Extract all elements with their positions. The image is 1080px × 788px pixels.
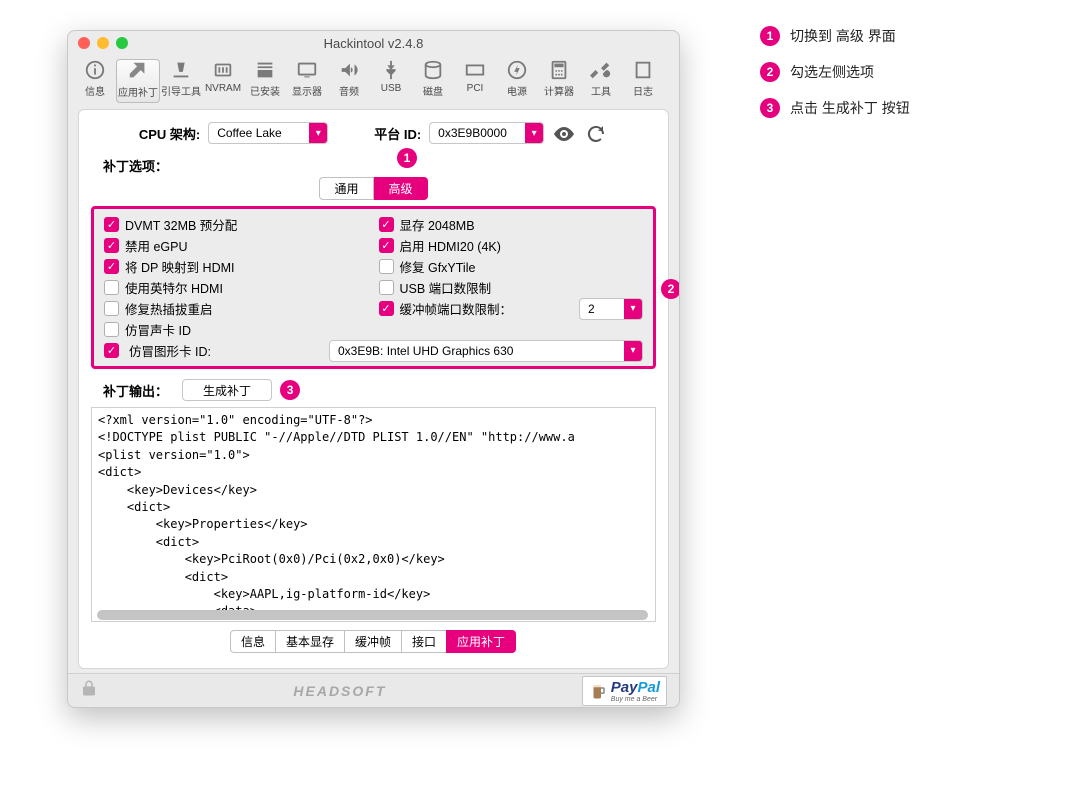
patch-output-code[interactable]: <?xml version="1.0" encoding="UTF-8"?> <… [91,407,656,622]
output-tab[interactable]: 缓冲帧 [344,630,402,653]
brand-label: HEADSOFT [98,683,582,699]
advanced-options-box: ✓DVMT 32MB 预分配 ✓显存 2048MB ✓禁用 eGPU ✓启用 HDMI… [91,206,656,369]
toolbar-logs[interactable]: 日志 [622,59,664,103]
lock-icon[interactable] [80,679,98,702]
toolbar-installed[interactable]: 已安装 [244,59,286,103]
app-window: Hackintool v2.4.8 信息应用补丁引导工具NVRAM已安装显示器音… [67,30,680,708]
toolbar-power[interactable]: 电源 [496,59,538,103]
toolbar-calc[interactable]: 计算器 [538,59,580,103]
option-left-5[interactable]: 仿冒声卡 ID [104,320,369,339]
option-left-1[interactable]: ✓禁用 eGPU [104,236,369,255]
tab-advanced[interactable]: 高级 [374,177,428,200]
option-right-1[interactable]: ✓启用 HDMI20 (4K) [379,236,644,255]
option-left-3[interactable]: 使用英特尔 HDMI [104,278,369,297]
option-right-4[interactable]: ✓缓冲帧端口数限制：2▾ [379,299,644,318]
chevron-down-icon: ▾ [309,123,327,143]
option-right-3[interactable]: USB 端口数限制 [379,278,644,297]
callout-2: 2 [661,279,680,299]
patch-options-label: 补丁选项： [103,156,656,175]
platform-id-value: 0x3E9B0000 [438,126,507,140]
legend-item: 1切换到 高级 界面 [760,26,910,46]
toolbar-patch[interactable]: 应用补丁 [116,59,160,103]
option-left-4[interactable]: 修复热插拔重启 [104,299,369,318]
option-left-0[interactable]: ✓DVMT 32MB 预分配 [104,215,369,234]
platform-id-label: 平台 ID: [374,124,421,143]
toolbar-tools[interactable]: 工具 [580,59,622,103]
eye-icon[interactable] [552,122,576,144]
footer: HEADSOFT PayPal Buy me a Beer [68,673,679,707]
legend: 1切换到 高级 界面 2勾选左侧选项 3点击 生成补丁 按钮 [760,26,910,134]
toolbar-nvram[interactable]: NVRAM [202,59,244,103]
chevron-down-icon: ▾ [525,123,543,143]
toolbar-display[interactable]: 显示器 [286,59,328,103]
toolbar: 信息应用补丁引导工具NVRAM已安装显示器音频USB磁盘PCI电源计算器工具日志 [68,55,679,103]
option-spoof-gfx[interactable]: ✓仿冒图形卡 ID:0x3E9B: Intel UHD Graphics 630… [104,341,643,360]
output-tab[interactable]: 接口 [401,630,447,653]
generate-patch-button[interactable]: 生成补丁 [182,379,272,401]
window-title: Hackintool v2.4.8 [68,36,679,51]
refresh-icon[interactable] [584,122,608,144]
option-right-2[interactable]: 修复 GfxYTile [379,257,644,276]
platform-id-select[interactable]: 0x3E9B0000 ▾ [429,122,544,144]
toolbar-info[interactable]: 信息 [74,59,116,103]
tab-general[interactable]: 通用 [319,177,373,200]
output-tab[interactable]: 应用补丁 [446,630,516,653]
toolbar-disks[interactable]: 磁盘 [412,59,454,103]
patch-output-label: 补丁输出： [103,381,168,400]
legend-item: 2勾选左侧选项 [760,62,910,82]
toolbar-usb[interactable]: USB [370,59,412,103]
callout-1: 1 [397,148,417,168]
toolbar-pci[interactable]: PCI [454,59,496,103]
cpu-arch-select[interactable]: Coffee Lake ▾ [208,122,328,144]
cpu-arch-label: CPU 架构: [139,124,200,143]
patch-tabs: 通用 高级 [91,177,656,200]
main-card: CPU 架构: Coffee Lake▾ 平台 ID: 0x3E9B0000▾ … [78,109,669,669]
toolbar-bootloader[interactable]: 引导工具 [160,59,202,103]
legend-item: 3点击 生成补丁 按钮 [760,98,910,118]
cpu-arch-value: Coffee Lake [217,126,282,140]
output-tab[interactable]: 基本显存 [275,630,345,653]
output-tab[interactable]: 信息 [230,630,276,653]
option-right-0[interactable]: ✓显存 2048MB [379,215,644,234]
paypal-sub: Buy me a Beer [611,696,660,703]
titlebar: Hackintool v2.4.8 [68,31,679,55]
paypal-button[interactable]: PayPal Buy me a Beer [582,676,667,706]
toolbar-audio[interactable]: 音频 [328,59,370,103]
beer-icon [589,681,607,701]
callout-3: 3 [280,380,300,400]
output-tabs: 信息基本显存缓冲帧接口应用补丁 [91,630,656,653]
option-left-2[interactable]: ✓将 DP 映射到 HDMI [104,257,369,276]
